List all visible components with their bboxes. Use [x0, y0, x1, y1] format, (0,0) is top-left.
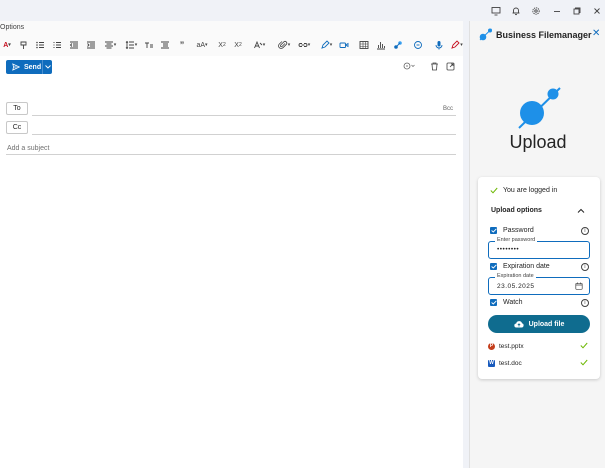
compose-area: Options A ▾ ▾ ▾ ” aA ▾ X2 X 2 ▾ ▾ ▾ ▾ ▾ … [0, 21, 463, 468]
file-row: W test.doc [488, 358, 590, 368]
send-icon [12, 63, 20, 71]
password-checkbox[interactable] [490, 227, 497, 234]
upload-card: You are logged in Upload options Passwor… [478, 177, 600, 379]
chart-icon[interactable] [375, 39, 387, 51]
upload-options-title: Upload options [491, 207, 542, 214]
expiration-label: Expiration date [503, 263, 550, 270]
styles-icon[interactable]: ▾ [251, 39, 267, 51]
password-info-icon[interactable]: i [581, 227, 589, 235]
blockquote-icon[interactable] [159, 39, 171, 51]
numbering-icon[interactable] [51, 39, 63, 51]
password-option[interactable]: Password [490, 227, 534, 234]
send-options-chevron-icon[interactable] [42, 60, 52, 74]
upload-file-label: Upload file [528, 320, 565, 328]
superscript-icon[interactable]: X2 [232, 39, 244, 51]
check-icon [490, 187, 498, 194]
send-button[interactable]: Send [6, 60, 52, 74]
table-icon[interactable] [358, 39, 370, 51]
watch-option[interactable]: Watch [490, 299, 523, 306]
upload-success-check-icon [580, 359, 588, 366]
expiration-option[interactable]: Expiration date [490, 263, 550, 270]
copilot-icon[interactable] [412, 39, 424, 51]
link-icon[interactable]: ▾ [296, 39, 312, 51]
pane-title: Business Filemanager [496, 30, 592, 40]
attach-file-icon[interactable]: ▾ [276, 39, 292, 51]
file-row: P test.pptx [488, 341, 590, 351]
login-status-text: You are logged in [503, 187, 558, 194]
gear-icon[interactable] [530, 5, 541, 16]
increase-indent-icon[interactable] [85, 39, 97, 51]
quote-icon[interactable]: ” [176, 39, 188, 51]
subscript-icon[interactable]: X2 [216, 39, 228, 51]
title-bar [0, 0, 605, 21]
calendar-icon[interactable] [575, 282, 583, 290]
expiration-checkbox[interactable] [490, 263, 497, 270]
upload-options-header[interactable]: Upload options [491, 207, 542, 214]
dictate-icon[interactable] [433, 39, 445, 51]
watch-checkbox[interactable] [490, 299, 497, 306]
expiration-info-icon[interactable]: i [581, 263, 589, 271]
editor-icon[interactable]: ▾ [450, 39, 463, 51]
decrease-indent-icon[interactable] [68, 39, 80, 51]
upload-heading: Upload [509, 132, 567, 152]
pop-out-icon[interactable] [446, 62, 455, 71]
to-button[interactable]: To [6, 102, 28, 115]
bullets-icon[interactable] [34, 39, 46, 51]
meeting-icon[interactable] [338, 39, 350, 51]
business-filemanager-logo-icon [479, 27, 493, 41]
expiration-input-legend: Expiration date [495, 273, 536, 279]
watch-info-icon[interactable]: i [581, 299, 589, 307]
subject-input[interactable]: Add a subject [7, 145, 49, 152]
monitor-icon[interactable] [490, 5, 501, 16]
bell-icon[interactable] [510, 5, 521, 16]
login-status: You are logged in [490, 187, 557, 194]
close-window-icon[interactable] [591, 5, 602, 16]
password-input[interactable]: Enter password •••••••• [488, 237, 590, 259]
addin-icon[interactable] [392, 39, 404, 51]
addin-pane: Business Filemanager ✕ Upload You are lo… [469, 21, 605, 468]
expiration-input-value: 23.05.2025 [497, 283, 535, 290]
file-name: test.doc [499, 359, 522, 367]
signature-icon[interactable]: ▾ [318, 39, 334, 51]
watch-label: Watch [503, 299, 523, 306]
sensitivity-icon[interactable] [403, 62, 415, 70]
tab-options[interactable]: Options [0, 24, 24, 31]
subject-underline [6, 154, 456, 155]
password-input-legend: Enter password [495, 237, 538, 243]
align-icon[interactable]: ▾ [102, 39, 118, 51]
format-painter-icon[interactable] [18, 39, 30, 51]
message-body[interactable]: Send To Bcc Cc Add a subject [0, 56, 463, 468]
password-label: Password [503, 227, 534, 234]
formatting-ribbon: A ▾ ▾ ▾ ” aA ▾ X2 X2 ▾ ▾ ▾ ▾ ▾ [0, 36, 463, 54]
expiration-date-input[interactable]: Expiration date 23.05.2025 [488, 273, 590, 295]
line-spacing-icon[interactable]: ▾ [123, 39, 139, 51]
word-file-icon: W [488, 359, 495, 367]
minimize-icon[interactable] [551, 5, 562, 16]
to-field[interactable] [32, 115, 456, 116]
paragraph-style-icon[interactable] [143, 39, 155, 51]
bcc-link[interactable]: Bcc [443, 106, 453, 112]
file-name: test.pptx [499, 342, 524, 350]
cloud-upload-icon [513, 320, 524, 328]
trash-icon[interactable] [430, 62, 439, 71]
chevron-up-icon[interactable] [577, 208, 585, 214]
restore-icon[interactable] [571, 5, 582, 16]
close-pane-icon[interactable]: ✕ [592, 28, 600, 39]
cc-field[interactable] [32, 134, 456, 135]
send-label: Send [24, 63, 42, 71]
cc-button[interactable]: Cc [6, 121, 28, 134]
font-color-icon[interactable]: A ▾ [0, 39, 14, 51]
upload-logo-icon [516, 85, 562, 131]
password-input-value: •••••••• [497, 246, 520, 253]
upload-file-button[interactable]: Upload file [488, 315, 590, 333]
upload-success-check-icon [580, 342, 588, 349]
text-case-icon[interactable]: aA ▾ [194, 39, 210, 51]
powerpoint-file-icon: P [488, 342, 495, 350]
